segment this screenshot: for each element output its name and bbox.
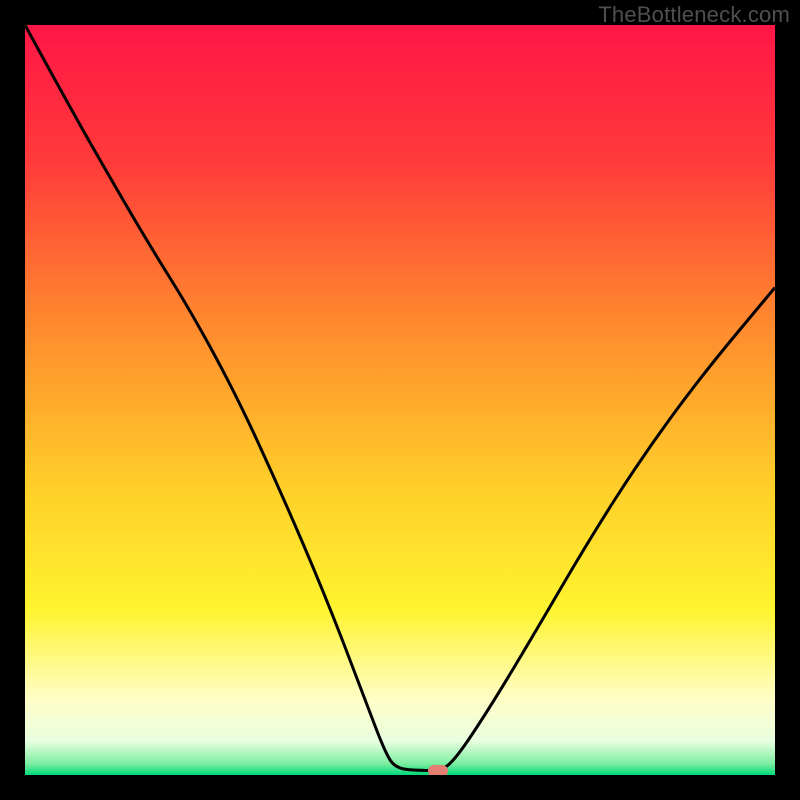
gradient-rect [25, 25, 775, 775]
watermark-text: TheBottleneck.com [598, 2, 790, 28]
chart-svg [25, 25, 775, 775]
optimal-marker [428, 765, 448, 776]
plot-area [25, 25, 775, 775]
chart-frame: TheBottleneck.com [0, 0, 800, 800]
